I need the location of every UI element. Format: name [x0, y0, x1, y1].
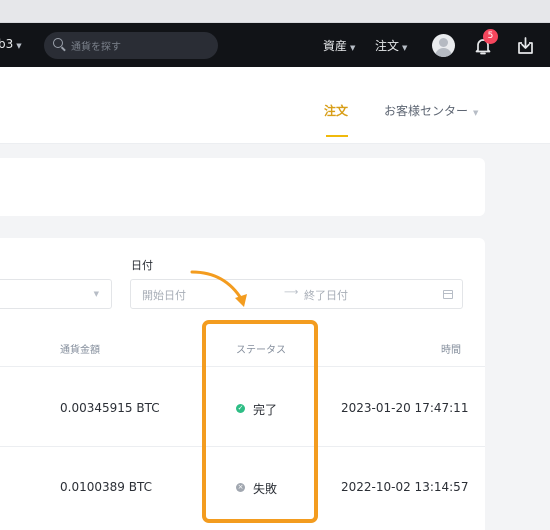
- notification-badge: 5: [483, 29, 498, 44]
- col-header-time: 時間: [441, 345, 461, 356]
- tab-help-center[interactable]: お客様センター ▼: [384, 102, 478, 119]
- range-arrow-icon: ⟶: [284, 287, 299, 298]
- tab-orders[interactable]: 注文: [324, 102, 348, 119]
- user-avatar-icon[interactable]: [432, 34, 455, 57]
- avatar-head: [439, 38, 448, 47]
- row-time: 2022-10-02 13:14:57: [341, 480, 469, 494]
- chevron-down-icon: ▼: [350, 44, 356, 52]
- nav-menu-truncated[interactable]: b3 ▼: [0, 37, 22, 51]
- row-time: 2023-01-20 17:47:11: [341, 401, 469, 415]
- nav-assets-menu[interactable]: 資産 ▼: [323, 37, 355, 54]
- row-amount: 0.0100389 BTC: [60, 480, 152, 494]
- status-column-highlight: [202, 320, 318, 523]
- chevron-down-icon: ▼: [93, 290, 99, 298]
- nav-orders-menu[interactable]: 注文 ▼: [375, 37, 407, 54]
- help-center-label: お客様センター: [384, 104, 469, 118]
- avatar-body: [435, 48, 452, 57]
- window-titlebar: [0, 0, 550, 23]
- search-icon: [53, 38, 63, 48]
- nav-menu-label: b3: [0, 37, 14, 51]
- sub-header: 注文 お客様センター ▼: [0, 67, 550, 144]
- nav-assets-label: 資産: [323, 39, 348, 53]
- summary-card: [0, 158, 485, 216]
- chevron-down-icon: ▼: [473, 109, 479, 117]
- chevron-down-icon: ▼: [16, 42, 22, 50]
- download-icon[interactable]: [516, 36, 535, 55]
- chevron-down-icon: ▼: [402, 44, 408, 52]
- active-tab-indicator: [326, 135, 348, 137]
- search-input[interactable]: 通貨を探す: [44, 32, 218, 59]
- col-header-amount: 通貨金額: [60, 345, 100, 356]
- search-placeholder: 通貨を探す: [71, 42, 121, 53]
- top-navbar: b3 ▼ 通貨を探す 資産 ▼ 注文 ▼ 5: [0, 23, 550, 67]
- row-amount: 0.00345915 BTC: [60, 401, 160, 415]
- nav-orders-label: 注文: [375, 39, 400, 53]
- date-filter-label: 日付: [131, 259, 153, 272]
- end-date-input[interactable]: 終了日付: [304, 287, 348, 303]
- calendar-icon[interactable]: [443, 290, 453, 299]
- annotation-arrow-icon: [190, 270, 247, 307]
- filter-select[interactable]: ▼: [0, 279, 112, 309]
